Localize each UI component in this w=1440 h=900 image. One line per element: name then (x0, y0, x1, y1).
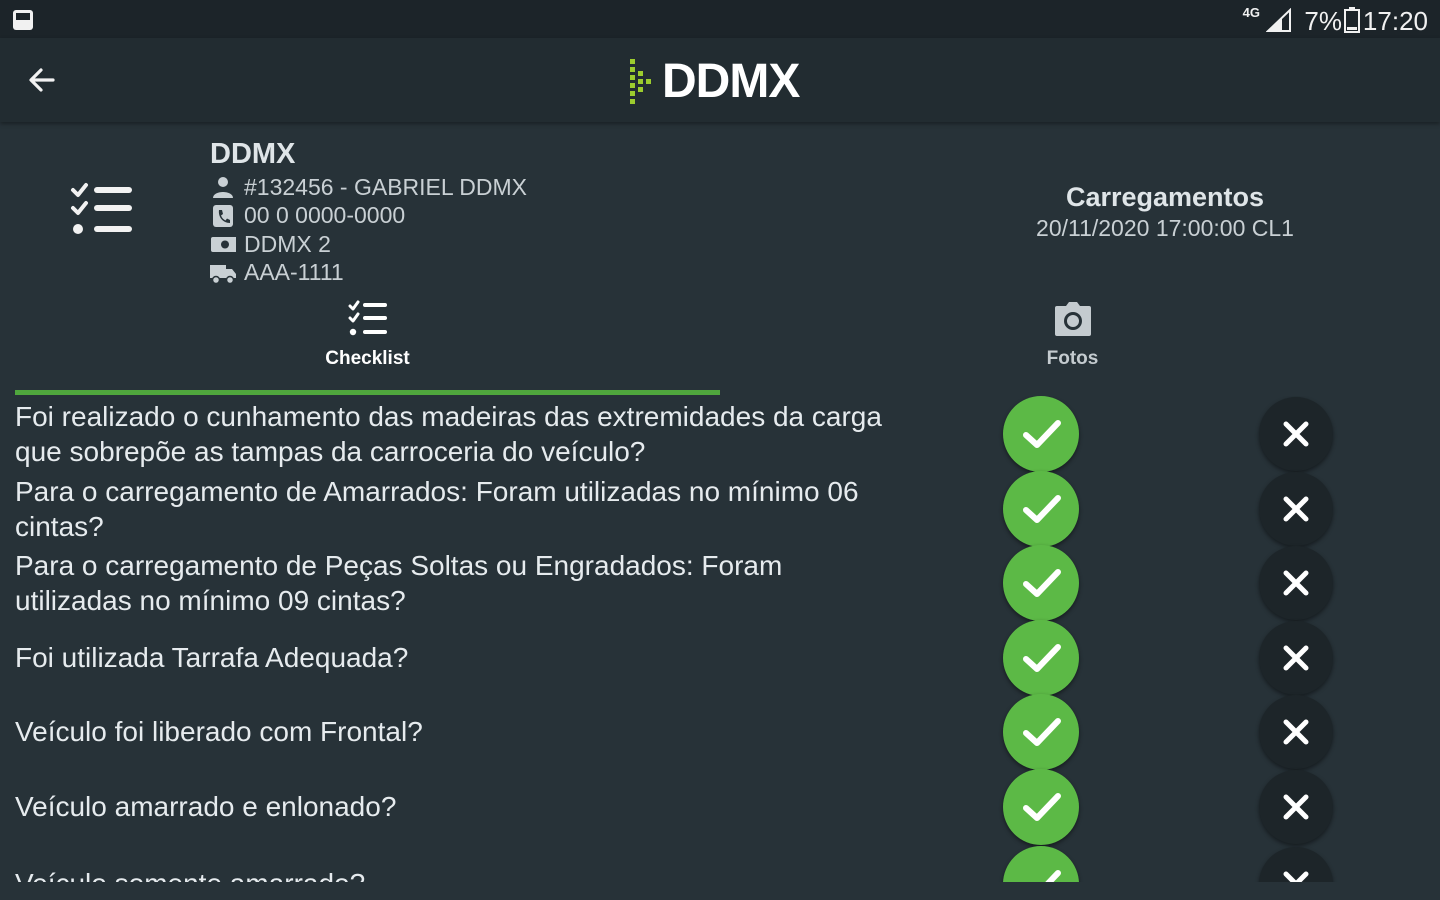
app-logo: DDMX (628, 54, 800, 108)
no-button[interactable] (1259, 546, 1333, 620)
arrow-left-icon (29, 68, 55, 92)
close-icon (1283, 645, 1309, 671)
yes-button[interactable] (1003, 769, 1079, 845)
close-icon (1283, 570, 1309, 596)
checklist-item: Para o carregamento de Amarrados: Foram … (0, 471, 1440, 547)
checklist-item: Veículo amarrado e enlonado? (0, 769, 1440, 845)
phone-icon (213, 204, 233, 227)
close-icon (1283, 794, 1309, 820)
close-icon (1283, 871, 1309, 882)
person-icon (213, 177, 233, 199)
status-bar: 4G 7% 17:20 (0, 0, 1440, 38)
logo-text: DDMX (662, 54, 800, 108)
yes-button[interactable] (1003, 620, 1079, 696)
checklist-item: Para o carregamento de Peças Soltas ou E… (0, 545, 1440, 621)
app-bar: DDMX (0, 38, 1440, 122)
driver-name: #132456 - GABRIEL DDMX (244, 173, 527, 200)
yes-button[interactable] (1003, 545, 1079, 621)
vehicle-plate: AAA-1111 (244, 259, 344, 286)
load-summary: Carregamentos 20/11/2020 17:00:00 CL1 (1000, 182, 1330, 242)
carrier-name: DDMX 2 (244, 230, 331, 257)
battery-icon (1344, 7, 1360, 33)
yes-button[interactable] (1003, 471, 1079, 547)
tab-indicator (15, 390, 720, 395)
question-text: Veículo amarrado e enlonado? (15, 791, 397, 822)
tab-fotos[interactable]: Fotos (1010, 300, 1135, 370)
no-button[interactable] (1259, 397, 1333, 471)
checklist-item: Veículo foi liberado com Frontal? (0, 694, 1440, 770)
check-icon (1023, 644, 1061, 672)
no-button[interactable] (1259, 695, 1333, 769)
tab-checklist[interactable]: Checklist (300, 300, 435, 370)
checklist-item: Foi realizado o cunhamento das madeiras … (0, 396, 1440, 472)
tab-fotos-label: Fotos (1046, 348, 1099, 369)
check-icon (1023, 718, 1061, 746)
driver-row: #132456 - GABRIEL DDMX (210, 173, 527, 202)
truck-icon (210, 264, 236, 284)
checklist-icon (71, 183, 132, 234)
card-icon (211, 237, 236, 253)
summary-datetime: 20/11/2020 17:00:00 CL1 (1036, 215, 1294, 241)
close-icon (1283, 719, 1309, 745)
checklist-list[interactable]: Foi realizado o cunhamento das madeiras … (0, 396, 1440, 882)
signal-icon (1266, 8, 1291, 32)
company-name: DDMX (210, 138, 296, 170)
phone-row: 00 0 0000-0000 (210, 202, 527, 231)
battery-percent: 7% (1304, 6, 1342, 36)
yes-button[interactable] (1003, 694, 1079, 770)
no-button[interactable] (1259, 770, 1333, 844)
yes-button[interactable] (1003, 396, 1079, 472)
close-icon (1283, 421, 1309, 447)
checklist-item: Foi utilizada Tarrafa Adequada? (0, 620, 1440, 696)
back-button[interactable] (20, 58, 64, 102)
no-button[interactable] (1259, 621, 1333, 695)
clock: 17:20 (1362, 6, 1428, 36)
screenshot-notification-icon (13, 10, 33, 30)
check-icon (1026, 870, 1061, 882)
camera-icon (1054, 302, 1091, 336)
question-text: Veículo somente amarrado? (15, 846, 895, 882)
yes-button[interactable] (1003, 846, 1079, 882)
question-text: Para o carregamento de Peças Soltas ou E… (15, 549, 783, 616)
no-button[interactable] (1259, 472, 1333, 546)
carrier-row: DDMX 2 (210, 230, 527, 259)
question-text: Para o carregamento de Amarrados: Foram … (15, 475, 859, 542)
plate-row: AAA-1111 (210, 259, 527, 288)
tab-checklist-label: Checklist (325, 348, 410, 369)
check-icon (1023, 569, 1061, 597)
load-info: DDMX #132456 - GABRIEL DDMX 00 0 0000-00… (210, 138, 527, 287)
check-icon (1023, 793, 1061, 821)
no-button[interactable] (1259, 847, 1333, 882)
check-icon (1023, 495, 1061, 523)
checklist-item: Veículo somente amarrado? (0, 846, 1440, 882)
question-text: Foi utilizada Tarrafa Adequada? (15, 642, 409, 673)
close-icon (1283, 496, 1309, 522)
summary-title: Carregamentos (1065, 182, 1265, 212)
network-type: 4G (1242, 5, 1260, 20)
question-text: Veículo foi liberado com Frontal? (15, 716, 423, 747)
question-text: Foi realizado o cunhamento das madeiras … (15, 400, 882, 467)
phone-number: 00 0 0000-0000 (244, 202, 406, 229)
logo-dots-icon (630, 59, 651, 104)
checklist-icon (348, 300, 387, 336)
check-icon (1023, 420, 1061, 448)
